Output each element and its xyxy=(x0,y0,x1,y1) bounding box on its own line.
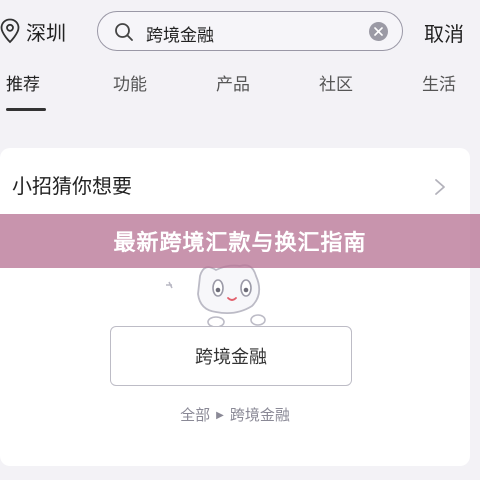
location-pin-icon xyxy=(0,18,20,44)
banner-text: 最新跨境汇款与换汇指南 xyxy=(113,231,367,256)
location-city: 深圳 xyxy=(26,20,66,45)
top-bar: 深圳 跨境金融 取消 xyxy=(0,0,480,62)
breadcrumb-leaf[interactable]: 跨境金融 xyxy=(230,406,290,424)
tab-features[interactable]: 功能 xyxy=(113,70,147,95)
clear-icon[interactable] xyxy=(369,22,388,41)
cancel-button[interactable]: 取消 xyxy=(424,18,464,47)
chevron-right-icon[interactable] xyxy=(434,178,446,200)
location-selector[interactable]: 深圳 xyxy=(0,14,66,48)
breadcrumb-root[interactable]: 全部 xyxy=(180,406,210,424)
cat-mascot-icon xyxy=(160,258,280,332)
search-box[interactable]: 跨境金融 xyxy=(97,11,403,51)
tab-bar: 推荐 功能 产品 社区 生活 xyxy=(0,62,480,112)
tab-recommend[interactable]: 推荐 xyxy=(6,70,40,95)
tab-community[interactable]: 社区 xyxy=(319,70,353,95)
caret-right-icon: ▶ xyxy=(216,410,224,421)
tab-products[interactable]: 产品 xyxy=(216,70,250,95)
breadcrumb: 全部 ▶ 跨境金融 xyxy=(0,404,470,425)
tab-life[interactable]: 生活 xyxy=(422,70,456,95)
card-title: 小招猜你想要 xyxy=(12,174,132,198)
suggested-category-button[interactable]: 跨境金融 xyxy=(110,326,352,386)
search-input[interactable]: 跨境金融 xyxy=(146,21,214,46)
search-icon xyxy=(114,22,134,46)
active-tab-indicator xyxy=(6,108,46,111)
headline-banner: 最新跨境汇款与换汇指南 xyxy=(0,214,480,268)
